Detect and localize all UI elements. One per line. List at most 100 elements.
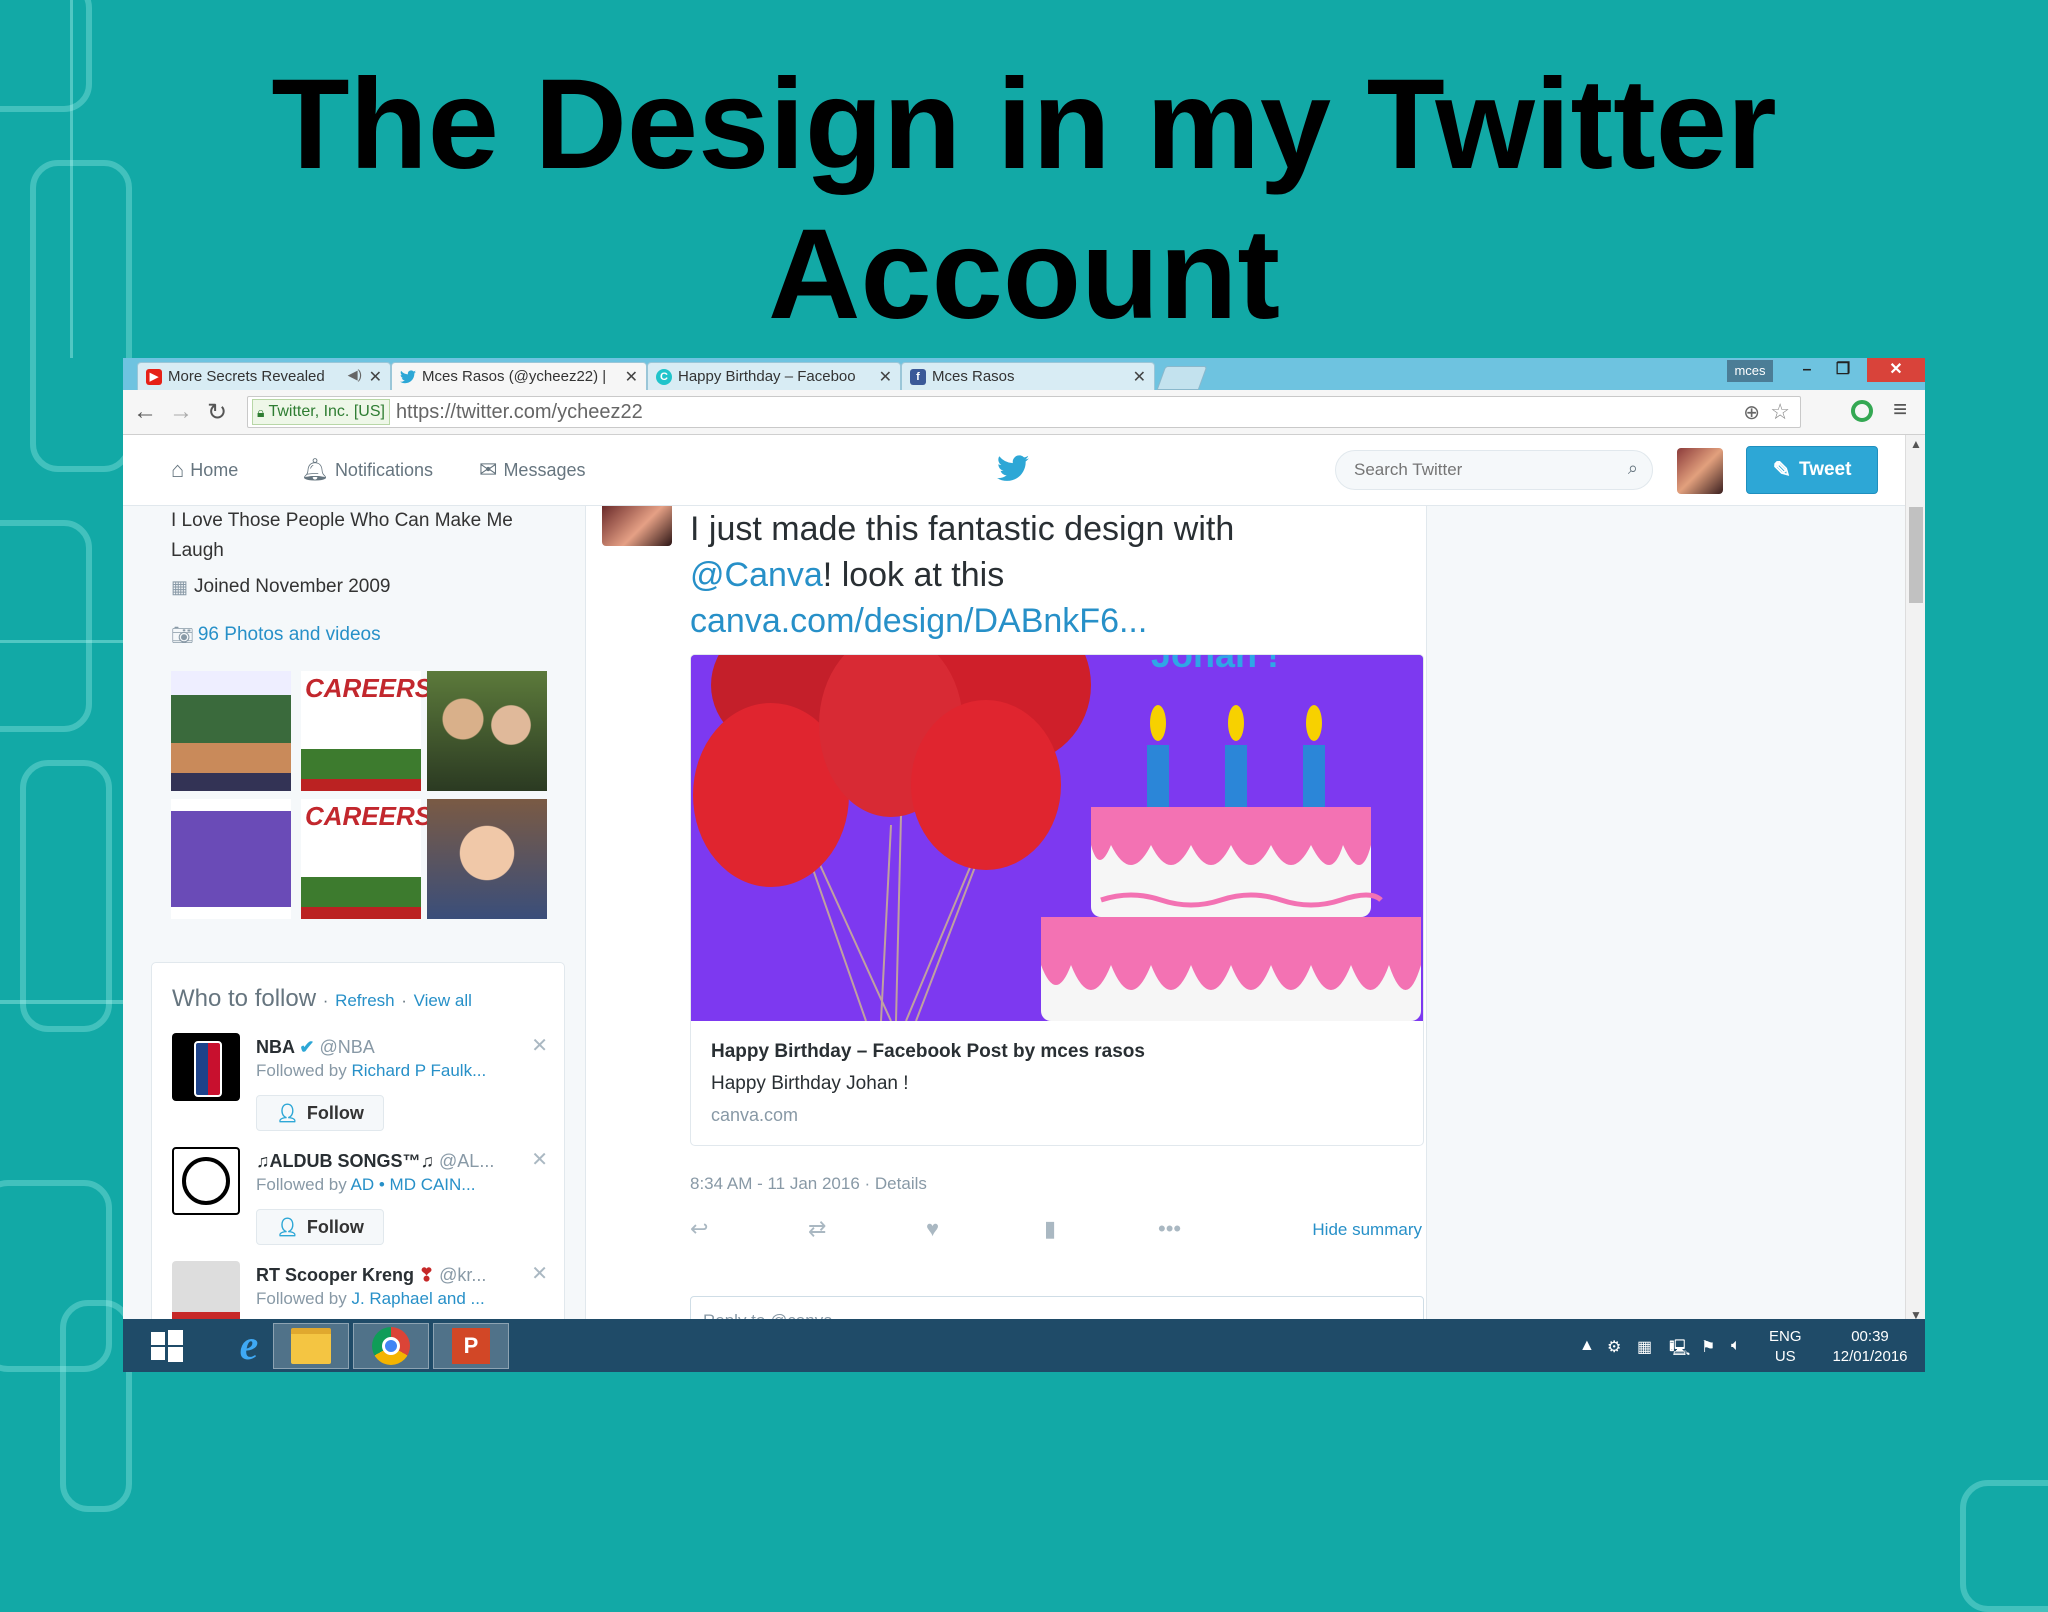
more-icon[interactable]: •••: [1158, 1216, 1181, 1242]
photo-thumbnail[interactable]: [171, 671, 291, 791]
mention-link[interactable]: @Canva: [690, 556, 823, 594]
tweet-button[interactable]: ✎ Tweet: [1746, 446, 1878, 494]
volume-icon[interactable]: 🔈︎: [1731, 1337, 1741, 1355]
reply-icon[interactable]: ↩: [690, 1216, 708, 1242]
scrollbar-thumb[interactable]: [1909, 507, 1923, 603]
address-bar: ← → ↻ 🔒︎ Twitter, Inc. [US] https://twit…: [123, 390, 1925, 435]
tweet-text: I just made this fantastic design with @…: [690, 510, 1235, 640]
view-all-link[interactable]: View all: [414, 991, 472, 1010]
photo-thumbnail[interactable]: [427, 671, 547, 791]
reload-icon[interactable]: ↻: [203, 398, 231, 427]
card-image-text: Johan !: [1151, 655, 1279, 675]
aldub-logo-icon: [182, 1157, 230, 1205]
extension-icon[interactable]: [1851, 400, 1873, 422]
nav-messages[interactable]: ✉ Messages: [479, 457, 585, 483]
dismiss-icon[interactable]: ✕: [531, 1033, 548, 1058]
nav-notifications[interactable]: 🔔︎ Notifications: [301, 457, 433, 483]
follow-suggestion: NBA ✔ @NBA Followed by Richard P Faulk..…: [172, 1033, 552, 1143]
security-indicator[interactable]: 🔒︎ Twitter, Inc. [US]: [252, 399, 390, 425]
avatar[interactable]: [172, 1033, 240, 1101]
profile-badge[interactable]: mces: [1727, 360, 1773, 382]
refresh-link[interactable]: Refresh: [335, 991, 395, 1010]
link-card[interactable]: Johan ! Happy Birthday –: [690, 654, 1424, 1146]
windows-tray-icon[interactable]: ▦: [1637, 1337, 1652, 1357]
follow-suggestion: ♫ALDUB SONGS™♫ @AL... Followed by AD • M…: [172, 1147, 552, 1257]
language-indicator[interactable]: ENG US: [1769, 1327, 1802, 1367]
avatar[interactable]: [172, 1147, 240, 1215]
dismiss-icon[interactable]: ✕: [531, 1147, 548, 1172]
url-input[interactable]: 🔒︎ Twitter, Inc. [US] https://twitter.co…: [247, 396, 1801, 428]
menu-icon[interactable]: ≡: [1893, 396, 1907, 424]
canva-icon: C: [656, 368, 672, 385]
home-icon: ⌂: [171, 457, 185, 482]
windows-icon: [151, 1330, 183, 1362]
analytics-icon[interactable]: ▮: [1044, 1216, 1056, 1242]
start-button[interactable]: [129, 1323, 205, 1369]
browser-tab[interactable]: f Mces Rasos ✕: [901, 362, 1155, 390]
photo-thumbnail[interactable]: CAREERS: [301, 799, 432, 919]
card-image: Johan !: [691, 655, 1423, 1022]
minimize-icon[interactable]: –: [1787, 358, 1827, 382]
avatar[interactable]: [1677, 448, 1723, 494]
who-to-follow-header: Who to follow · Refresh · View all: [172, 985, 472, 1012]
twitter-icon: [400, 369, 416, 385]
avatar[interactable]: [602, 506, 672, 546]
follow-button[interactable]: 👤︎ Follow: [256, 1209, 384, 1245]
search-input[interactable]: [1352, 459, 1606, 481]
avatar[interactable]: [172, 1261, 240, 1324]
hide-summary-link[interactable]: Hide summary: [1312, 1220, 1422, 1240]
who-to-follow: Who to follow · Refresh · View all NBA ✔…: [151, 962, 565, 1324]
network-icon[interactable]: 🖳︎: [1669, 1337, 1690, 1364]
photos-link[interactable]: 📷︎ 96 Photos and videos: [171, 624, 561, 646]
close-tab-icon[interactable]: ✕: [369, 367, 382, 387]
bookmark-star-icon[interactable]: ☆: [1770, 399, 1790, 425]
forward-icon[interactable]: →: [167, 398, 195, 426]
photo-thumbnail[interactable]: [171, 799, 291, 919]
file-explorer-icon[interactable]: [273, 1323, 349, 1369]
close-window-icon[interactable]: ✕: [1867, 358, 1925, 382]
dismiss-icon[interactable]: ✕: [531, 1261, 548, 1286]
retweet-icon[interactable]: ⇄: [808, 1216, 826, 1242]
search-box: ⌕: [1335, 450, 1653, 490]
show-hidden-icons[interactable]: ▲: [1579, 1337, 1595, 1355]
new-tab-button[interactable]: [1156, 366, 1208, 390]
nav-home[interactable]: ⌂ Home: [171, 457, 238, 483]
zoom-icon[interactable]: ⊕: [1743, 400, 1760, 425]
back-icon[interactable]: ←: [131, 398, 159, 426]
photo-thumbnail[interactable]: [427, 799, 547, 919]
restore-icon[interactable]: ❐: [1823, 358, 1863, 382]
browser-tab-active[interactable]: Mces Rasos (@ycheez22) | ✕: [391, 362, 647, 390]
scroll-up-icon[interactable]: ▲: [1910, 437, 1922, 451]
browser-tab-bar: ▶ More Secrets Revealed ◀) ✕ Mces Rasos …: [123, 358, 1925, 390]
close-tab-icon[interactable]: ✕: [1133, 367, 1146, 387]
tweet-actions: ↩ ⇄ ♥ ▮ ••• Hide summary: [690, 1216, 1422, 1246]
chrome-icon[interactable]: [353, 1323, 429, 1369]
close-tab-icon[interactable]: ✕: [625, 367, 638, 387]
like-icon[interactable]: ♥: [926, 1216, 939, 1242]
birthday-illustration: Johan !: [691, 655, 1423, 1022]
browser-screenshot: ▶ More Secrets Revealed ◀) ✕ Mces Rasos …: [123, 358, 1925, 1372]
photo-thumbnail[interactable]: CAREERS: [301, 671, 432, 791]
search-icon[interactable]: ⌕: [1628, 458, 1638, 479]
profile-joined: ▦ Joined November 2009: [171, 576, 391, 597]
scrollbar[interactable]: ▲ ▼: [1905, 435, 1925, 1324]
slide-title: The Design in my Twitter Account: [271, 53, 1777, 346]
add-user-icon: 👤︎: [276, 1102, 299, 1123]
network-sync-icon[interactable]: ⚙: [1607, 1337, 1621, 1357]
lock-icon: 🔒︎: [257, 403, 265, 420]
facebook-icon: f: [910, 368, 926, 385]
flag-icon[interactable]: ⚑: [1701, 1337, 1715, 1357]
system-clock[interactable]: 00:39 12/01/2016: [1823, 1327, 1917, 1367]
compose-icon: ✎: [1772, 457, 1791, 482]
profile-bio: I Love Those People Who Can Make Me Laug…: [171, 510, 513, 561]
tweet-timestamp[interactable]: 8:34 AM - 11 Jan 2016 · Details: [690, 1174, 927, 1194]
follow-button[interactable]: 👤︎ Follow: [256, 1095, 384, 1131]
nba-logo-icon: [194, 1041, 222, 1097]
twitter-bird-icon[interactable]: [997, 455, 1029, 487]
rose-icon: ❣: [419, 1265, 435, 1285]
close-tab-icon[interactable]: ✕: [879, 367, 892, 387]
powerpoint-icon[interactable]: P: [433, 1323, 509, 1369]
tweet-link[interactable]: canva.com/design/DABnkF6...: [690, 602, 1147, 640]
browser-tab[interactable]: C Happy Birthday – Faceboo ✕: [647, 362, 901, 390]
browser-tab[interactable]: ▶ More Secrets Revealed ◀) ✕: [137, 362, 391, 390]
